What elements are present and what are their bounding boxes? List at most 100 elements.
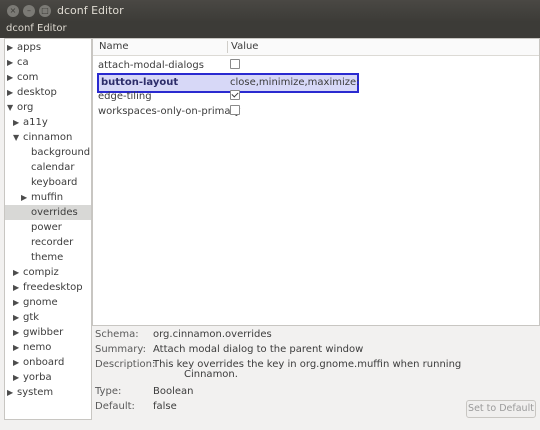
expand-arrow-icon[interactable]: ▶ [13, 295, 23, 310]
column-separator [227, 41, 228, 53]
key-name: attach-modal-dialogs [98, 60, 204, 71]
key-list[interactable]: Name Value attach-modal-dialogs button-l… [92, 38, 540, 326]
tree-item-label: gtk [23, 312, 40, 323]
schema-label: Schema: [95, 329, 139, 340]
default-label: Default: [95, 401, 135, 412]
key-name: edge-tiling [98, 91, 152, 102]
tree-item-freedesktop[interactable]: ▶ freedesktop [13, 280, 83, 295]
tree-item-label: power [31, 222, 62, 233]
tree-item-label: muffin [31, 192, 64, 203]
tree-item-label: gnome [23, 297, 58, 308]
tree-item-ca[interactable]: ▶ ca [7, 55, 29, 70]
key-row[interactable]: edge-tiling [93, 89, 539, 104]
key-value-checkbox[interactable] [230, 90, 240, 100]
tree-item-label: com [17, 72, 39, 83]
tree-item-label: compiz [23, 267, 59, 278]
tree-item-label: onboard [23, 357, 65, 368]
default-value: false [153, 401, 177, 412]
expand-arrow-icon[interactable]: ▶ [13, 370, 23, 385]
expand-arrow-icon[interactable]: ▶ [13, 310, 23, 325]
tree-item-label: org [17, 102, 34, 113]
tree-item-label: system [17, 387, 54, 398]
collapse-arrow-icon[interactable]: ▼ [13, 130, 23, 145]
tree-item-label: desktop [17, 87, 57, 98]
tree-item-recorder[interactable]: recorder [31, 235, 73, 250]
collapse-arrow-icon[interactable]: ▼ [7, 100, 17, 115]
key-value-input[interactable]: close,minimize,maximize: [230, 76, 360, 90]
tree-item-label: gwibber [23, 327, 64, 338]
menu-bar: dconf Editor [0, 22, 540, 38]
schema-value: org.cinnamon.overrides [153, 329, 272, 340]
summary-label: Summary: [95, 344, 146, 355]
tree-item-label: keyboard [31, 177, 78, 188]
tree-item-label: overrides [31, 207, 78, 218]
expand-arrow-icon[interactable]: ▶ [13, 115, 23, 130]
tree-item-calendar[interactable]: calendar [31, 160, 74, 175]
key-row[interactable]: workspaces-only-on-primary [93, 104, 539, 119]
expand-arrow-icon[interactable]: ▶ [7, 55, 17, 70]
expand-arrow-icon[interactable]: ▶ [7, 385, 17, 400]
tree-item-gtk[interactable]: ▶ gtk [13, 310, 39, 325]
key-value-checkbox[interactable] [230, 105, 240, 115]
tree-item-power[interactable]: power [31, 220, 62, 235]
tree-item-label: freedesktop [23, 282, 83, 293]
key-value-checkbox[interactable] [230, 59, 240, 69]
tree-item-org[interactable]: ▼ org [7, 100, 33, 115]
tree-item-muffin[interactable]: ▶ muffin [21, 190, 63, 205]
expand-arrow-icon[interactable]: ▶ [7, 40, 17, 55]
tree-item-label: recorder [31, 237, 74, 248]
tree-item-apps[interactable]: ▶ apps [7, 40, 41, 55]
tree-item-theme[interactable]: theme [31, 250, 63, 265]
tree-item-label: a11y [23, 117, 48, 128]
description-label: Description: [95, 359, 156, 370]
tree-item-label: cinnamon [23, 132, 73, 143]
title-bar: × – □ dconf Editor [0, 0, 540, 22]
summary-value: Attach modal dialog to the parent window [153, 344, 364, 355]
expand-arrow-icon[interactable]: ▶ [13, 325, 23, 340]
tree-item-gnome[interactable]: ▶ gnome [13, 295, 58, 310]
expand-arrow-icon[interactable]: ▶ [13, 340, 23, 355]
set-to-default-button[interactable]: Set to Default [466, 400, 536, 418]
tree-item-label: theme [31, 252, 64, 263]
maximize-window-button[interactable]: □ [39, 5, 51, 17]
description-value-cont: Cinnamon. [184, 369, 238, 380]
tree-item-label: nemo [23, 342, 52, 353]
expand-arrow-icon[interactable]: ▶ [7, 85, 17, 100]
tree-item-label: ca [17, 57, 29, 68]
schema-tree[interactable]: ▶ apps ▶ ca ▶ com ▶ desktop ▼ org ▶ a11y ▼ cinn… [4, 38, 92, 420]
expand-arrow-icon[interactable]: ▶ [13, 265, 23, 280]
tree-item-nemo[interactable]: ▶ nemo [13, 340, 51, 355]
key-row[interactable]: attach-modal-dialogs [93, 58, 539, 73]
tree-item-compiz[interactable]: ▶ compiz [13, 265, 59, 280]
key-list-header: Name Value [93, 39, 539, 56]
dconf-editor-window: × – □ dconf Editor dconf Editor ▶ apps ▶ c… [0, 0, 540, 430]
tree-item-keyboard[interactable]: keyboard [31, 175, 77, 190]
key-name: button-layout [101, 77, 179, 88]
column-header-value[interactable]: Value [231, 41, 258, 52]
tree-item-desktop[interactable]: ▶ desktop [7, 85, 57, 100]
tree-item-label: yorba [23, 372, 52, 383]
tree-item-onboard[interactable]: ▶ onboard [13, 355, 64, 370]
tree-item-label: background [31, 147, 91, 158]
expand-arrow-icon[interactable]: ▶ [13, 355, 23, 370]
close-window-button[interactable]: × [7, 5, 19, 17]
type-value: Boolean [153, 386, 194, 397]
tree-item-cinnamon[interactable]: ▼ cinnamon [13, 130, 72, 145]
column-header-name[interactable]: Name [99, 41, 129, 52]
tree-item-background[interactable]: background [31, 145, 90, 160]
tree-item-system[interactable]: ▶ system [7, 385, 53, 400]
type-label: Type: [95, 386, 122, 397]
menubar-app-title: dconf Editor [6, 23, 67, 34]
tree-item-overrides[interactable]: overrides [5, 205, 91, 220]
tree-item-gwibber[interactable]: ▶ gwibber [13, 325, 63, 340]
expand-arrow-icon[interactable]: ▶ [13, 280, 23, 295]
tree-item-com[interactable]: ▶ com [7, 70, 38, 85]
tree-item-label: apps [17, 42, 42, 53]
expand-arrow-icon[interactable]: ▶ [7, 70, 17, 85]
tree-item-a11y[interactable]: ▶ a11y [13, 115, 48, 130]
key-name: workspaces-only-on-primary [98, 106, 241, 117]
minimize-window-button[interactable]: – [23, 5, 35, 17]
expand-arrow-icon[interactable]: ▶ [21, 190, 31, 205]
tree-item-yorba[interactable]: ▶ yorba [13, 370, 52, 385]
tree-item-label: calendar [31, 162, 75, 173]
